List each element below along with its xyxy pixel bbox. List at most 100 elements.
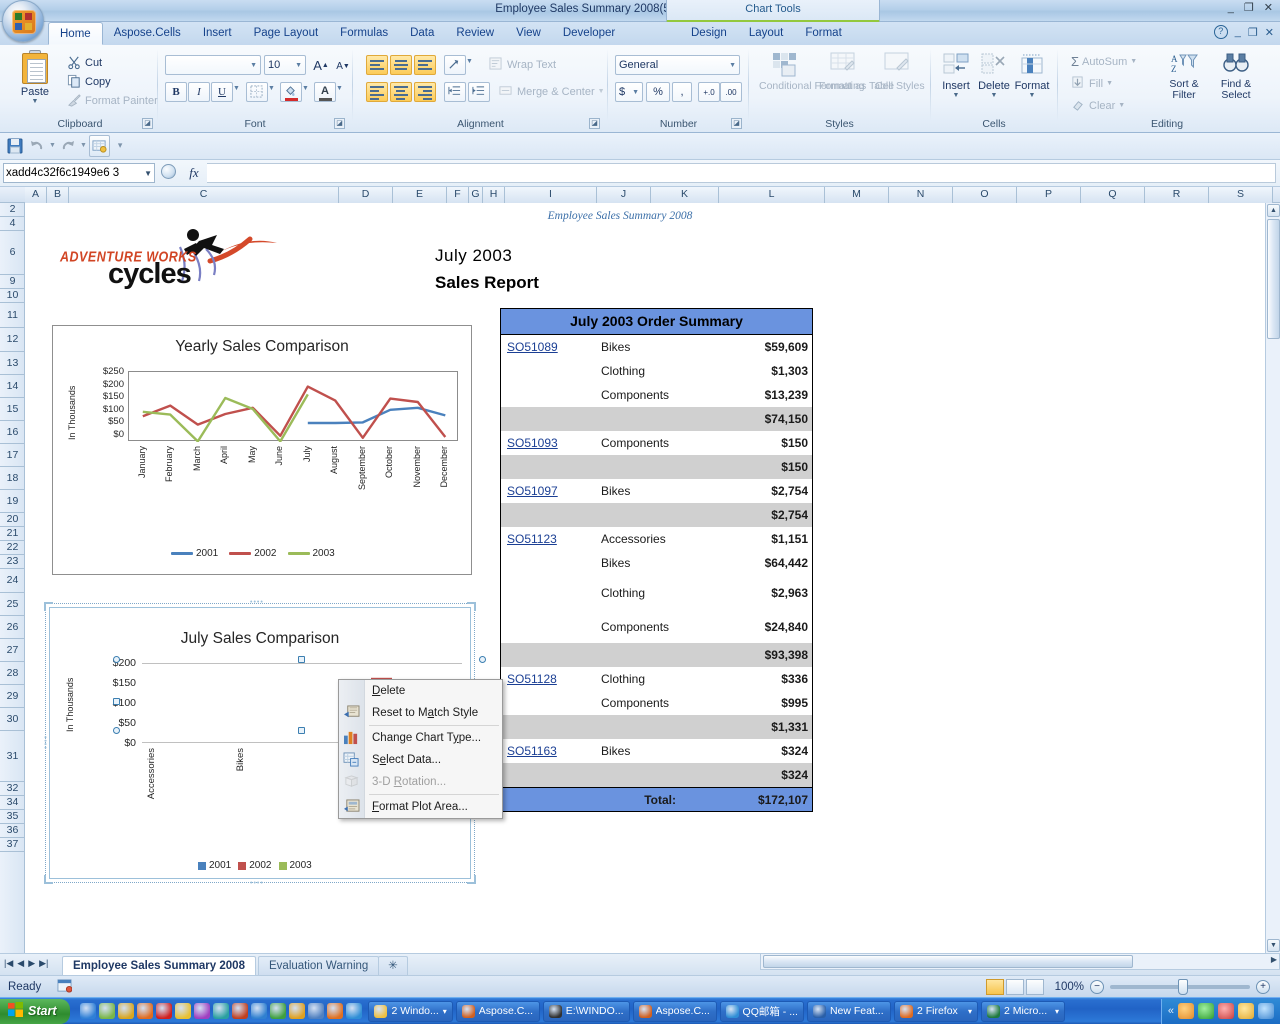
format-as-table-button[interactable]: Format as Table xyxy=(816,51,894,93)
sheet-tab-employee-sales-summary-2008[interactable]: Employee Sales Summary 2008 xyxy=(62,956,256,975)
plot-handle-ml[interactable] xyxy=(113,698,120,705)
horizontal-scroll-thumb[interactable] xyxy=(763,955,1133,968)
chart-handle-br[interactable] xyxy=(467,875,476,884)
alignment-dialog-launcher[interactable]: ◪ xyxy=(589,118,600,129)
quick-launch-icon-10[interactable] xyxy=(251,1003,268,1019)
align-center-button[interactable] xyxy=(390,82,412,102)
paste-button[interactable]: Paste ▼ xyxy=(8,50,62,105)
taskbar-button[interactable]: 2 Windo... ▾ xyxy=(368,1000,453,1022)
taskbar-button[interactable]: 2 Firefox ▾ xyxy=(893,1000,978,1022)
wrap-text-button[interactable]: Wrap Text xyxy=(486,56,559,73)
tab-review[interactable]: Review xyxy=(445,22,505,45)
legend-item-2001[interactable]: 2001 xyxy=(171,548,218,559)
legend-item-2003[interactable]: 2003 xyxy=(278,860,312,871)
row-header-16[interactable]: 16 xyxy=(0,421,25,444)
prev-sheet-button[interactable]: ◀ xyxy=(17,958,24,969)
font-dialog-launcher[interactable]: ◪ xyxy=(334,118,345,129)
taskbar-group-caret-icon[interactable]: ▾ xyxy=(1055,1007,1059,1016)
table-row[interactable]: SO51163 Bikes $324 xyxy=(501,739,812,763)
row-header-20[interactable]: 20 xyxy=(0,513,25,527)
align-middle-button[interactable] xyxy=(390,55,412,75)
column-header-J[interactable]: J xyxy=(597,187,651,203)
row-header-24[interactable]: 24 xyxy=(0,569,25,593)
restore-workbook-button[interactable]: ❐ xyxy=(1248,26,1258,39)
row-header-31[interactable]: 31 xyxy=(0,731,25,782)
column-header-S[interactable]: S xyxy=(1209,187,1273,203)
column-header-L[interactable]: L xyxy=(719,187,825,203)
row-header-12[interactable]: 12 xyxy=(0,328,25,352)
order-link[interactable]: SO51089 xyxy=(507,340,558,354)
name-box-caret-icon[interactable]: ▼ xyxy=(144,169,152,178)
taskbar-button[interactable]: QQ邮箱 - ... xyxy=(719,1000,804,1022)
plot-handle-bm[interactable] xyxy=(298,727,305,734)
font-name-input[interactable]: ▼ xyxy=(165,55,261,75)
table-row[interactable]: SO51093 Components $150 xyxy=(501,431,812,455)
next-sheet-button[interactable]: ▶ xyxy=(28,958,35,969)
plot-handle-tm[interactable] xyxy=(298,656,305,663)
currency-button[interactable]: $ ▼ xyxy=(615,82,643,102)
table-row[interactable]: $93,398 xyxy=(501,643,812,667)
taskbar-group-caret-icon[interactable]: ▾ xyxy=(443,1007,447,1016)
scroll-up-button[interactable]: ▲ xyxy=(1267,204,1280,217)
worksheet-canvas[interactable]: Employee Sales Summary 2008 ADVENTURE WO… xyxy=(25,203,1265,953)
quick-launch-icon-8[interactable] xyxy=(213,1003,230,1019)
quick-launch-icon-5[interactable] xyxy=(156,1003,173,1019)
comma-button[interactable]: , xyxy=(672,82,692,102)
row-header-35[interactable]: 35 xyxy=(0,810,25,824)
grow-font-button[interactable]: A ▲ xyxy=(310,55,332,75)
redo-icon[interactable] xyxy=(58,135,78,157)
borders-caret-icon[interactable]: ▼ xyxy=(268,85,275,92)
chart-context-menu[interactable]: Delete Reset to Match Style Change Chart T… xyxy=(338,679,503,819)
underline-button[interactable]: U xyxy=(211,82,233,102)
order-link[interactable]: SO51163 xyxy=(507,744,557,758)
normal-view-button[interactable] xyxy=(986,978,1004,995)
chart-handle-tl[interactable] xyxy=(44,602,53,611)
page-break-view-button[interactable] xyxy=(1026,978,1044,995)
font-color-button[interactable]: A xyxy=(314,82,336,102)
table-row[interactable]: $1,331 xyxy=(501,715,812,739)
row-header-32[interactable]: 32 xyxy=(0,782,25,796)
autosum-button[interactable]: Σ AutoSum ▼ xyxy=(1068,53,1140,70)
scroll-right-button[interactable]: ▶ xyxy=(1271,955,1277,964)
cut-button[interactable]: Cut xyxy=(64,54,105,71)
tray-expand-icon[interactable]: « xyxy=(1168,1005,1174,1017)
vertical-scroll-thumb[interactable] xyxy=(1267,219,1280,339)
orientation-button[interactable] xyxy=(444,55,466,75)
last-sheet-button[interactable]: ▶| xyxy=(39,958,48,969)
quick-launch-icon-11[interactable] xyxy=(270,1003,287,1019)
context-menu-item-reset-to-match-style[interactable]: Reset to Match Style xyxy=(339,702,502,724)
tab-formulas[interactable]: Formulas xyxy=(329,22,399,45)
undo-caret-icon[interactable]: ▼ xyxy=(49,142,56,149)
table-row[interactable]: SO51123 Accessories $1,151 xyxy=(501,527,812,551)
zoom-slider[interactable] xyxy=(1110,978,1250,995)
cell-styles-button[interactable]: Cell Styles xyxy=(872,51,925,93)
insert-cells-button[interactable]: Insert ▼ xyxy=(939,53,973,99)
redo-caret-icon[interactable]: ▼ xyxy=(80,142,87,149)
column-header-C[interactable]: C xyxy=(69,187,339,203)
align-top-button[interactable] xyxy=(366,55,388,75)
row-header-28[interactable]: 28 xyxy=(0,662,25,685)
tab-format[interactable]: Format xyxy=(794,22,852,45)
plot-handle-bl[interactable] xyxy=(113,727,120,734)
taskbar-group-caret-icon[interactable]: ▾ xyxy=(968,1007,972,1016)
close-workbook-button[interactable]: ✕ xyxy=(1265,26,1274,39)
tab-insert[interactable]: Insert xyxy=(192,22,243,45)
fx-icon[interactable]: fx xyxy=(181,165,207,181)
decrease-indent-button[interactable] xyxy=(444,82,466,102)
table-row[interactable]: $324 xyxy=(501,763,812,787)
name-box[interactable]: xadd4c32f6c1949e6 3 ▼ xyxy=(3,163,155,183)
fill-button[interactable]: Fill ▼ xyxy=(1068,75,1116,92)
percent-button[interactable]: % xyxy=(646,82,670,102)
row-header-17[interactable]: 17 xyxy=(0,444,25,467)
table-row[interactable]: Components $24,840 xyxy=(501,610,812,643)
quick-launch-icon-13[interactable] xyxy=(308,1003,325,1019)
order-link[interactable]: SO51093 xyxy=(507,436,558,450)
customize-qat-icon[interactable]: ▾ xyxy=(118,140,123,151)
row-header-34[interactable]: 34 xyxy=(0,796,25,810)
chart-handle-bl[interactable] xyxy=(44,875,53,884)
horizontal-scrollbar[interactable]: ▶ xyxy=(760,953,1280,970)
clear-button[interactable]: Clear ▼ xyxy=(1068,97,1128,114)
undo-icon[interactable] xyxy=(27,135,47,157)
tab-layout[interactable]: Layout xyxy=(738,22,795,45)
table-row[interactable]: $74,150 xyxy=(501,407,812,431)
